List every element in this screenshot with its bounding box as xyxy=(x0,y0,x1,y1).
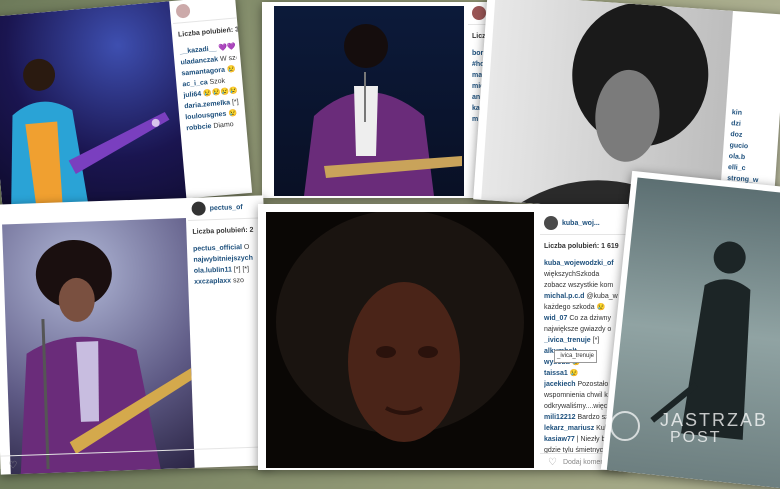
comment-username[interactable]: taissa1 xyxy=(544,370,568,377)
comment-text: większychSzkoda xyxy=(544,271,599,278)
post-username[interactable]: kuba_woj... xyxy=(562,218,600,229)
comment-username[interactable]: kuba_wojewodzki_of xyxy=(544,260,614,267)
post-photo-prince-guitar-stage xyxy=(0,1,186,214)
comment-text: Co za dziwny xyxy=(569,315,611,322)
comment-row: każdego szkoda 😢 xyxy=(544,302,624,313)
watermark-line1: JASTRZAB xyxy=(660,411,768,429)
comment-row: największe gwiazdy o xyxy=(544,324,624,335)
comment-username[interactable]: robbcie xyxy=(186,123,212,132)
comment-text: [*] xyxy=(232,99,239,107)
heart-icon[interactable]: ♡ xyxy=(8,460,17,471)
comment-text: [*] [*] xyxy=(234,266,249,274)
comment-username[interactable]: m xyxy=(472,116,478,123)
comment-username[interactable]: lekarz_mariusz xyxy=(544,425,594,432)
comment-text: @kuba_w xyxy=(586,293,617,300)
comment-username[interactable]: pectus_official xyxy=(193,244,242,253)
comment-username[interactable]: ac_i_ca xyxy=(182,79,208,88)
avatar[interactable] xyxy=(191,201,205,215)
post-header: kuba_woj... xyxy=(540,212,628,235)
comment-text: 😢 xyxy=(570,370,579,377)
comment-text: zobacz wszystkie kom xyxy=(544,282,613,289)
comment-text: 😢 xyxy=(227,66,236,74)
instagram-post-card-1[interactable]: Liczba polubień: 34 __kazadi__ 💜💜💜uladan… xyxy=(0,0,252,215)
post-photo-prince-purple-jacket xyxy=(274,6,464,196)
comment-text: Pozostało xyxy=(577,381,608,388)
comment-username[interactable]: kasiaw77 xyxy=(544,436,575,443)
comment-username[interactable]: ola.lublin11 xyxy=(194,266,232,274)
spacer xyxy=(728,11,780,110)
post-photo-prince-singing-guitar xyxy=(2,218,195,474)
comment-text: [*] xyxy=(593,337,600,344)
comment-username[interactable]: wid_07 xyxy=(544,315,567,322)
comment-text: odkrywaliśmy....więc xyxy=(544,403,607,410)
watermark-badge-icon xyxy=(610,411,640,441)
instagram-post-card-5[interactable]: kuba_woj... Liczba polubień: 1 619 kuba_… xyxy=(258,204,628,470)
avatar[interactable] xyxy=(544,216,558,230)
comment-text: O xyxy=(244,244,250,251)
comment-username[interactable]: mili12212 xyxy=(544,414,576,421)
comment-row: zobacz wszystkie kom xyxy=(544,280,624,291)
comment-username[interactable]: elli_c xyxy=(728,164,746,172)
comment-username[interactable]: kin xyxy=(732,109,743,117)
comment-row: michal.p.c.d @kuba_w xyxy=(544,291,624,302)
watermark-line2: POST xyxy=(660,429,768,447)
prince-portrait-illustration xyxy=(266,212,534,468)
comment-text: szo xyxy=(233,277,244,284)
likes-count: Liczba polubień: 34 xyxy=(178,25,235,41)
comment-username[interactable]: jacekiech xyxy=(544,381,576,388)
likes-count: Liczba polubień: 2 xyxy=(192,224,260,237)
avatar[interactable] xyxy=(175,3,190,18)
comment-text: Diamo xyxy=(213,121,234,130)
comment-row: większychSzkoda xyxy=(544,269,624,280)
comment-row: kuba_wojewodzki_of xyxy=(544,258,624,269)
prince-silhouette-illustration xyxy=(0,1,186,214)
instagram-post-card-4[interactable]: pectus_of Liczba polubień: 2 pectus_offi… xyxy=(0,195,273,474)
comment-username[interactable]: michal.p.c.d xyxy=(544,293,584,300)
comment-username[interactable]: juli64 xyxy=(183,91,201,100)
watermark-logo: JASTRZAB POST xyxy=(660,411,768,447)
comment-text: W szok xyxy=(220,54,237,63)
post-photo-prince-afro-closeup xyxy=(266,212,534,468)
comment-text: największe gwiazdy o xyxy=(544,326,611,333)
prince-silhouette-illustration xyxy=(2,218,195,474)
comment-text: wspomnienia chwil k xyxy=(544,392,608,399)
username-tooltip: _ivica_trenuje xyxy=(554,350,597,363)
comment-text: Szok xyxy=(209,78,225,86)
comment-username[interactable]: najwybitniejszych xyxy=(193,255,253,264)
comment-text: 💜💜💜 xyxy=(218,43,236,52)
comment-username[interactable]: doz xyxy=(730,131,743,139)
likes-count: Liczba polubień: 1 619 xyxy=(544,241,624,252)
post-username[interactable]: pectus_of xyxy=(209,202,242,214)
comment-row: xxczaplaxx szo xyxy=(194,274,262,287)
post-header: pectus_of xyxy=(187,195,264,221)
comment-username[interactable]: dzi xyxy=(731,120,741,128)
comment-username[interactable]: ola.b xyxy=(729,153,746,161)
post-header xyxy=(171,0,237,24)
comment-text: każdego szkoda 😢 xyxy=(544,304,605,311)
comment-row: _ivica_trenuje [*] xyxy=(544,335,624,346)
prince-silhouette-illustration xyxy=(274,6,464,196)
comment-username[interactable]: xxczaplaxx xyxy=(194,278,231,286)
comment-text: 😢 xyxy=(228,110,237,118)
comment-username[interactable]: _ivica_trenuje xyxy=(544,337,591,344)
heart-icon[interactable]: ♡ xyxy=(548,457,557,468)
avatar[interactable] xyxy=(472,6,486,20)
comment-username[interactable]: gucio xyxy=(729,142,748,150)
comment-row: wid_07 Co za dziwny xyxy=(544,313,624,324)
